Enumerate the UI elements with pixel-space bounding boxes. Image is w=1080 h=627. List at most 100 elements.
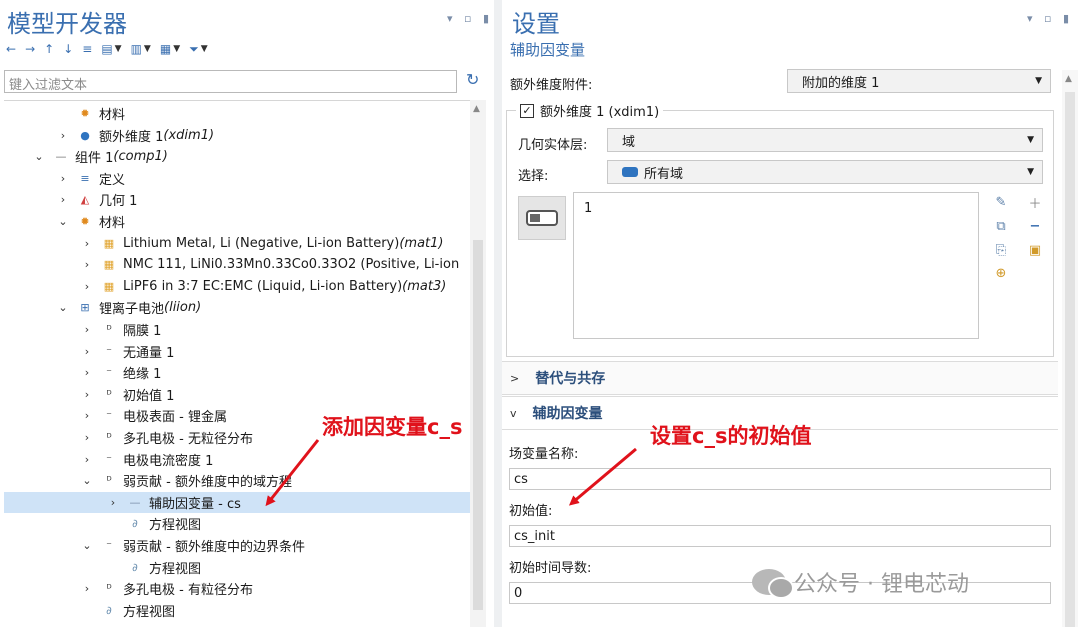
tree-item-label: 材料	[99, 108, 126, 123]
tree-item[interactable]: › ⁻ 无通量 1	[4, 341, 470, 362]
attachment-select[interactable]: 附加的维度 1 ▼	[787, 69, 1051, 93]
battery-physics-icon: ⊞	[80, 301, 90, 315]
pane-controls[interactable]: ▾ ▫ ▮	[1027, 12, 1073, 25]
checkbox-checked-icon[interactable]: ✓	[520, 103, 534, 118]
chevron-right-icon[interactable]: ›	[80, 431, 94, 444]
tree-item[interactable]: ∂ 方程视图	[4, 513, 470, 534]
chevron-down-icon[interactable]: ⌄	[32, 150, 46, 163]
back-icon[interactable]: ←	[6, 42, 16, 56]
active-toggle-button[interactable]	[518, 196, 566, 240]
initial-time-derivative-label: 初始时间导数:	[509, 561, 592, 576]
model-builder-title: 模型开发器	[7, 10, 127, 38]
tree-item[interactable]: › ≡ 定义	[4, 168, 470, 189]
zoom-to-selection-icon[interactable]: ⊕	[991, 263, 1011, 283]
tree-item[interactable]: › ⁻ 绝缘 1	[4, 362, 470, 383]
scroll-up-icon[interactable]: ▲	[473, 104, 480, 114]
chevron-down-icon[interactable]: ⌄	[80, 474, 94, 487]
tree-item-label: 材料	[99, 216, 126, 231]
remove-icon[interactable]: −	[1025, 216, 1045, 236]
tree-item-label: 辅助因变量 - cs	[149, 496, 241, 512]
tree-item[interactable]: › ● 额外维度 1 (xdim1)	[4, 125, 470, 146]
move-up-icon[interactable]: ↑	[44, 42, 54, 56]
tree-item[interactable]: ⌄ ᴰ 弱贡献 - 额外维度中的域方程	[4, 470, 470, 491]
layout-icon[interactable]: ▦ ▼	[160, 42, 180, 56]
section-aux-label: 辅助因变量	[532, 406, 603, 422]
expand-icon[interactable]: ▥ ▼	[131, 42, 151, 56]
chevron-right-icon[interactable]: ›	[56, 172, 70, 185]
refresh-icon[interactable]: ↻	[466, 70, 479, 89]
tree-item-label: 电极表面 - 锂金属	[123, 410, 227, 426]
chevron-right-icon[interactable]: ›	[80, 453, 94, 466]
settings-subtitle: 辅助因变量	[510, 41, 586, 59]
extra-dimension-toggle[interactable]: ✓ 额外维度 1 (xdim1)	[516, 101, 664, 120]
tree-item[interactable]: ⌄ ⊞ 锂离子电池 (liion)	[4, 297, 470, 318]
add-icon[interactable]: ＋	[1025, 192, 1045, 212]
chevron-down-icon[interactable]: ⌄	[80, 539, 94, 552]
settings-scrollbar[interactable]: ▲	[1062, 70, 1078, 627]
chevron-right-icon[interactable]: ›	[80, 345, 94, 358]
move-down-icon[interactable]: ↓	[63, 42, 73, 56]
tree-item-tag: (liion)	[164, 300, 202, 316]
tree-item[interactable]: › ᴰ 多孔电极 - 有粒径分布	[4, 578, 470, 599]
pane-controls[interactable]: ▾ ▫ ▮	[447, 12, 493, 25]
equation-view-icon: ∂	[132, 517, 138, 531]
tree-item[interactable]: › ᴰ 隔膜 1	[4, 319, 470, 340]
chevron-right-icon[interactable]: ›	[80, 280, 94, 293]
material-icon: ▦	[103, 258, 115, 272]
filter-icon[interactable]: ⏷ ▼	[189, 42, 208, 57]
scrollbar-thumb[interactable]	[473, 240, 483, 610]
chevron-right-icon[interactable]: ›	[56, 129, 70, 142]
tree-item[interactable]: ∂ 方程视图	[4, 600, 470, 621]
tree-scrollbar[interactable]: ▲	[470, 100, 486, 627]
tree-item-label: 方程视图	[123, 604, 176, 620]
selection-list-item[interactable]: 1	[584, 201, 968, 216]
definitions-icon: ≡	[80, 171, 90, 185]
chevron-down-icon[interactable]: ⌄	[56, 301, 70, 314]
geometric-level-select[interactable]: 域 ▼	[607, 128, 1043, 152]
paste-selection-icon[interactable]: ✎	[991, 192, 1011, 212]
tree-item[interactable]: ✹ 材料	[4, 103, 470, 124]
tree-item[interactable]: › ◭ 几何 1	[4, 189, 470, 210]
tree-item-tag: (comp1)	[113, 149, 168, 165]
chevron-down-icon[interactable]: ⌄	[56, 215, 70, 228]
chevron-right-icon[interactable]: ›	[80, 323, 94, 336]
tree-item[interactable]: › ᴰ 初始值 1	[4, 384, 470, 405]
forward-icon[interactable]: →	[25, 42, 35, 56]
chevron-right-icon[interactable]: ›	[80, 388, 94, 401]
chevron-right-icon[interactable]: ›	[56, 193, 70, 206]
copy-selection-icon[interactable]: ⧉	[991, 216, 1011, 236]
selection-list[interactable]: 1	[573, 192, 979, 339]
tree-item[interactable]: › ▦ Lithium Metal, Li (Negative, Li-ion Ba…	[4, 233, 470, 254]
selection-select[interactable]: 所有域 ▼	[607, 160, 1043, 184]
chevron-right-icon[interactable]: ›	[106, 496, 120, 509]
filter-input[interactable]: 键入过滤文本	[4, 70, 457, 93]
tree-item[interactable]: ⌄ ✹ 材料	[4, 211, 470, 232]
tree-item-label: LiPF6 in 3:7 EC:EMC (Liquid, Li-ion Batt…	[123, 278, 403, 294]
tree-item[interactable]: › ▦ LiPF6 in 3:7 EC:EMC (Liquid, Li-ion Ba…	[4, 276, 470, 297]
chevron-right-icon[interactable]: ›	[80, 258, 94, 271]
tree-item-label: 电极电流密度 1	[123, 453, 214, 469]
chevron-down-icon: ▼	[1027, 135, 1034, 145]
clipboard-icon[interactable]: ⎘	[991, 240, 1011, 260]
pane-divider[interactable]	[494, 0, 502, 627]
tree-item[interactable]: › ⁻ 电极电流密度 1	[4, 449, 470, 470]
chevron-right-icon[interactable]: ›	[80, 582, 94, 595]
chevron-right-icon[interactable]: ›	[80, 237, 94, 250]
tree-item[interactable]: ⌄ — 组件 1 (comp1)	[4, 146, 470, 167]
tree-item[interactable]: › ▦ NMC 111, LiNi0.33Mn0.33Co0.33O2 (Posit…	[4, 254, 470, 275]
settings-pane: 设置 ▾ ▫ ▮ 辅助因变量 额外维度附件: 附加的维度 1 ▼ ✓ 额外维度 …	[502, 0, 1080, 627]
scrollbar-thumb[interactable]	[1065, 92, 1075, 627]
show-more-icon[interactable]: ▤ ▼	[101, 42, 121, 56]
collapse-all-icon[interactable]: ≡	[82, 42, 92, 56]
tree-item[interactable]: › — 辅助因变量 - cs	[4, 491, 470, 513]
section-substitution[interactable]: > 替代与共存	[502, 361, 1058, 395]
chevron-right-icon[interactable]: ›	[80, 409, 94, 422]
initial-value-label: 初始值:	[509, 504, 553, 519]
tree-item[interactable]: ∂ 方程视图	[4, 557, 470, 578]
tree-item[interactable]: ⌄ ⁻ 弱贡献 - 额外维度中的边界条件	[4, 535, 470, 556]
create-selection-icon[interactable]: ▣	[1025, 240, 1045, 260]
initial-value-input[interactable]: cs_init	[509, 525, 1051, 547]
scroll-up-icon[interactable]: ▲	[1065, 74, 1072, 84]
field-name-input[interactable]: cs	[509, 468, 1051, 490]
chevron-right-icon[interactable]: ›	[80, 366, 94, 379]
